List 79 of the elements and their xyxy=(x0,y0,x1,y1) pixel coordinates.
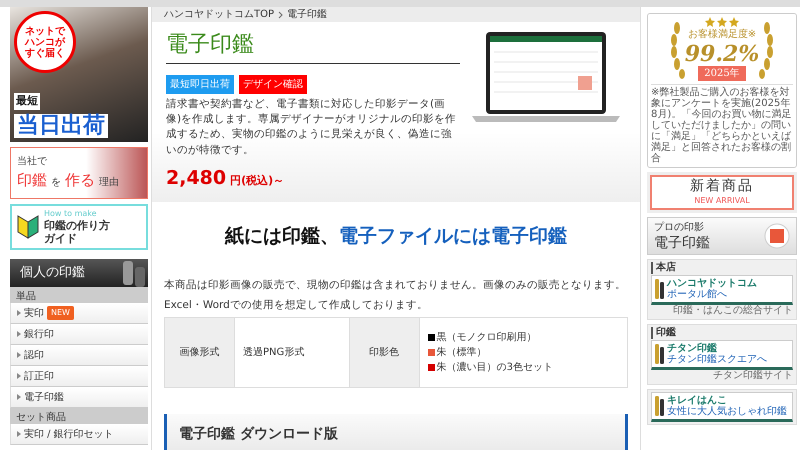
shop-subtitle: ポータル館へ xyxy=(667,288,728,300)
seal-icon xyxy=(654,342,664,365)
stars-icon xyxy=(705,17,739,27)
breadcrumb-link[interactable]: ハンコヤドットコムTOP xyxy=(164,7,274,22)
beginner-mark-icon xyxy=(16,213,40,241)
shop-title: チタン印鑑 xyxy=(667,342,718,354)
bullet-icon xyxy=(17,310,21,316)
bullet-icon xyxy=(17,431,21,437)
section-title: 電子印鑑 ダウンロード版 xyxy=(164,414,628,450)
guide-eyebrow-text: How to make xyxy=(44,208,98,220)
year-ribbon: 2025年 xyxy=(698,66,746,82)
shop-banner[interactable]: チタン印鑑 チタン印鑑スクエアへ xyxy=(651,340,793,370)
seal-icon xyxy=(654,278,664,300)
product-title: 電子印鑑 xyxy=(166,28,460,64)
menu-group-heading: セット商品 xyxy=(10,408,148,424)
slogan-text: ネットで xyxy=(25,26,65,36)
bullet-icon xyxy=(17,352,21,358)
notice-text: 本商品は印影画像の販売で、現物の印鑑は含まれておりません。画像のみの販売となります。 xyxy=(164,278,627,293)
product-tag: 最短即日出荷 xyxy=(166,75,234,94)
product-description: 請求書や契約書など、電子書類に対応した印影データ(画像)を作成します。専属デザイナーがオリジナルの印影を作成するため、実物の印鑑のように見栄えが良く、偽造に強いのが特徴です。 xyxy=(166,97,458,158)
spec-label: 印影色 xyxy=(349,318,420,388)
slogan-text: すぐ届く xyxy=(25,48,65,58)
stamps-icon xyxy=(120,259,148,287)
product-price: 2,480 xyxy=(166,166,226,191)
banner-lead-text: プロの印影 xyxy=(654,220,705,235)
spec-label: 画像形式 xyxy=(164,318,234,388)
menu-item[interactable]: 訂正印 xyxy=(10,366,148,387)
headline: 紙には印鑑、電子ファイルには電子印鑑 xyxy=(224,224,568,250)
banner-particle-text: を xyxy=(51,176,61,190)
seal-stamp-icon xyxy=(764,222,790,249)
seal-icon xyxy=(654,394,664,417)
banner-tail-text: 理由 xyxy=(99,176,119,190)
slogan-text: ハンコが xyxy=(25,36,65,48)
electronic-seal-banner[interactable]: プロの印影 電子印鑑 xyxy=(647,216,797,255)
banner-main-text: 作る xyxy=(65,170,95,192)
new-arrival-banner[interactable]: 新着商品 NEW ARRIVAL xyxy=(650,175,794,210)
survey-note: ※弊社製品ご購入のお客様を対象にアンケートを実施(2025年8月)。「今回のお買い物に満足していただけましたか」の問いに「満足」「どちらかといえば満足」と回答されたお客様の割合 xyxy=(651,84,793,164)
shop-subtitle: 女性に大人気おしゃれ印鑑 xyxy=(667,406,787,417)
menu-item[interactable]: 実印 / 銀行印セット xyxy=(10,424,148,445)
shop-title: ハンコヤドットコム xyxy=(667,278,757,289)
guide-title-text: ガイド xyxy=(44,233,78,246)
banner-main-text: 印鑑 xyxy=(17,170,47,192)
banner-title: 電子印鑑 xyxy=(654,234,710,252)
banner-subtitle: NEW ARRIVAL xyxy=(693,194,751,207)
satisfaction-label: お客様満足度※ xyxy=(688,28,756,42)
breadcrumb-current: 電子印鑑 xyxy=(287,8,328,22)
menu-title: 個人の印鑑 xyxy=(20,264,85,282)
shop-title: キレイはんこ xyxy=(667,394,728,406)
reason-banner[interactable]: 当社で 印鑑 を 作る 理由 xyxy=(10,147,148,199)
guide-title-text: 印鑑の作り方 xyxy=(44,220,110,233)
color-option-text: 朱（標準） xyxy=(436,346,487,360)
menu-item[interactable]: 電子印鑑 xyxy=(10,387,148,408)
guide-banner[interactable]: How to make 印鑑の作り方 ガイド xyxy=(10,204,148,250)
banner-title: 新着商品 xyxy=(689,178,755,195)
menu-item[interactable]: 銀行印 xyxy=(10,324,148,345)
bullet-icon xyxy=(17,331,21,337)
shop-banner[interactable]: キレイはんこ 女性に大人気おしゃれ印鑑 xyxy=(651,392,793,422)
shop-banner[interactable]: ハンコヤドットコム ポータル館へ xyxy=(651,274,793,305)
new-badge: NEW xyxy=(47,306,74,320)
shipping-headline: 当日出荷 xyxy=(14,114,108,138)
shop-caption: チタン印鑑サイト xyxy=(712,370,793,382)
satisfaction-rate: 99.2% xyxy=(684,42,760,66)
menu-item[interactable]: 実印 NEW xyxy=(10,303,148,324)
bullet-icon xyxy=(17,373,21,379)
menu-item[interactable]: 認印 xyxy=(10,345,148,366)
shipping-lead-text: 最短 xyxy=(14,93,40,110)
bullet-icon xyxy=(17,394,21,400)
notice-text: Excel・Wordでの使用を想定して作成しております。 xyxy=(164,298,429,314)
color-option-text: 朱（濃い目）の3色セット xyxy=(436,360,553,376)
chevron-icon xyxy=(278,10,284,18)
same-day-shipping-banner[interactable]: ネットで ハンコが すぐ届く 最短 当日出荷 xyxy=(10,7,148,142)
color-option-text: 黒（モノクロ印刷用） xyxy=(436,330,537,346)
product-tag: デザイン確認 xyxy=(239,75,307,94)
shop-subtitle: チタン印鑑スクエアへ xyxy=(667,354,767,365)
price-suffix: 円(税込)～ xyxy=(230,172,284,189)
banner-lead-text: 当社で xyxy=(17,154,48,170)
spec-value: 透過PNG形式 xyxy=(234,318,350,388)
menu-group-heading: 単品 xyxy=(10,287,148,303)
shop-caption: 印鑑・はんこの総合サイト xyxy=(672,304,793,317)
